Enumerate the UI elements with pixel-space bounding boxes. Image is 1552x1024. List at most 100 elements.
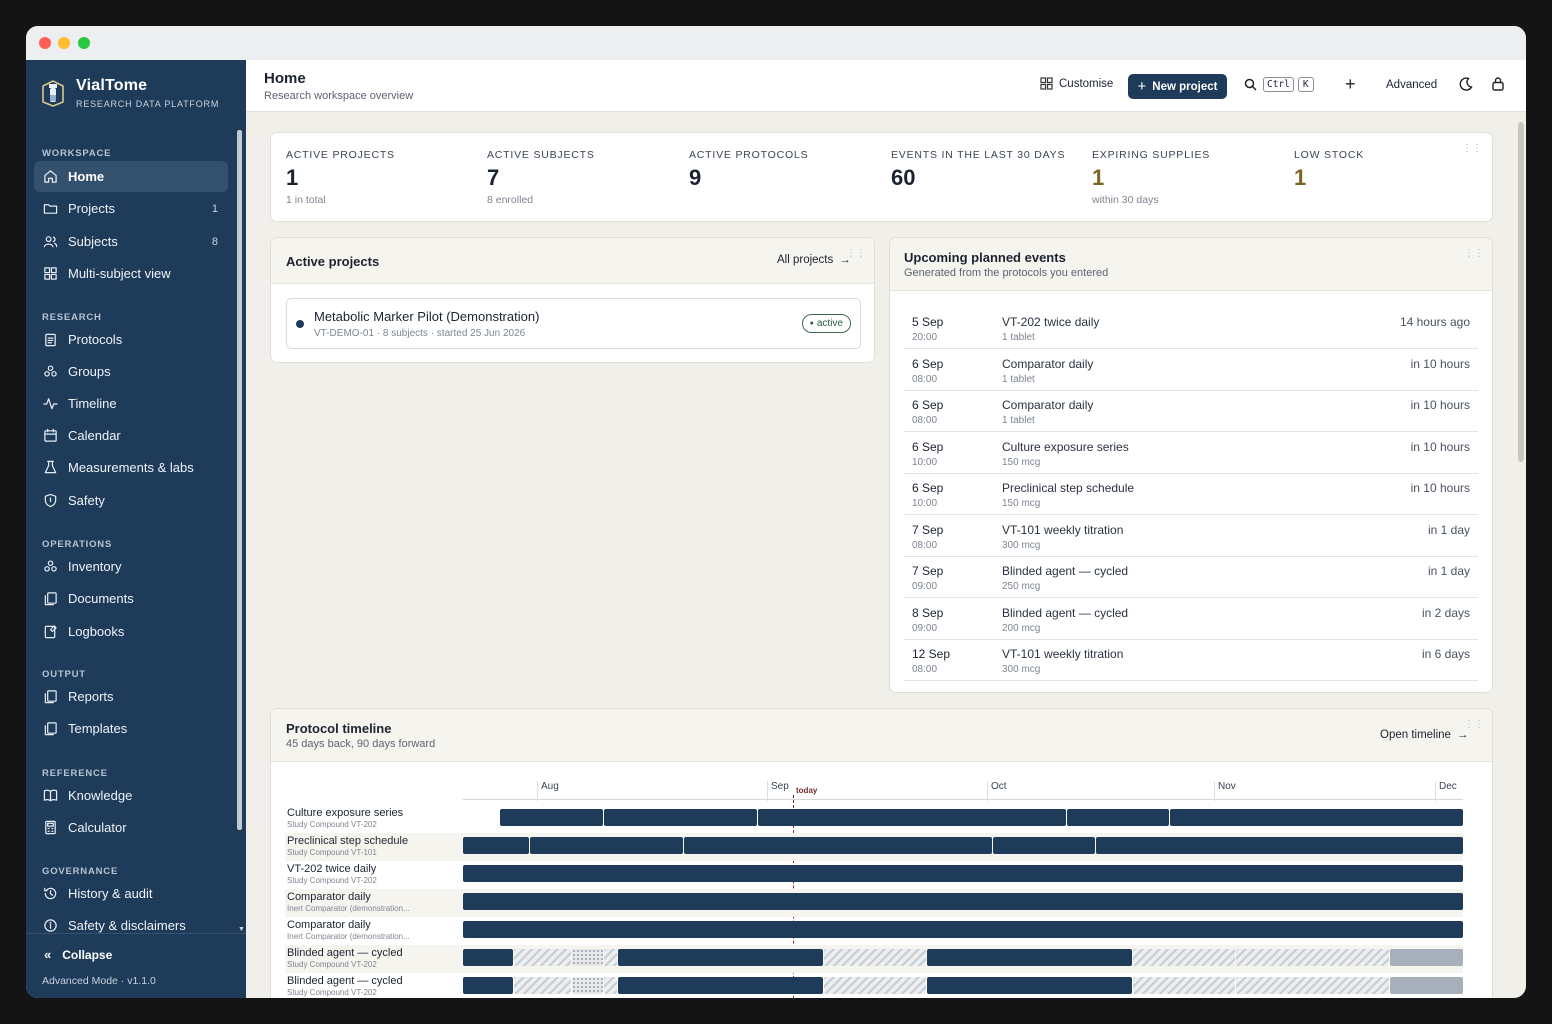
close-window-button[interactable]	[39, 37, 51, 49]
timeline-segment[interactable]	[604, 977, 617, 994]
timeline-segment[interactable]	[993, 837, 1095, 854]
event-row[interactable]: 8 Sep 09:00 Blinded agent — cycled 200 mcg i…	[904, 599, 1478, 640]
timeline-segment[interactable]	[463, 837, 529, 854]
timeline-row[interactable]: Comparator daily Inert Comparator (demons…	[285, 889, 1463, 917]
lock-button[interactable]	[1491, 76, 1505, 91]
timeline-segment[interactable]	[463, 977, 513, 994]
event-row[interactable]: 6 Sep 10:00 Preclinical step schedule 150 m…	[904, 474, 1478, 515]
brand[interactable]: VialTome RESEARCH DATA PLATFORM	[38, 74, 238, 114]
new-project-button[interactable]: + New project	[1128, 74, 1227, 99]
stat-active-subjects[interactable]: ACTIVE SUBJECTS 7 8 enrolled	[487, 149, 595, 206]
sidebar-item-history-audit[interactable]: History & audit	[34, 878, 228, 909]
timeline-row[interactable]: Blinded agent — cycled Study Compound VT-…	[285, 945, 1463, 973]
all-projects-link[interactable]: All projects →	[777, 254, 851, 266]
project-item[interactable]: Metabolic Marker Pilot (Demonstration) V…	[286, 298, 861, 349]
sidebar-item-groups[interactable]: Groups	[34, 356, 228, 387]
stat-low-stock[interactable]: LOW STOCK 1	[1294, 149, 1364, 194]
timeline-segment[interactable]	[1096, 837, 1463, 854]
open-timeline-link[interactable]: Open timeline →	[1380, 729, 1468, 741]
timeline-segment[interactable]	[684, 837, 992, 854]
stat-expiring-supplies[interactable]: EXPIRING SUPPLIES 1 within 30 days	[1092, 149, 1210, 206]
timeline-row[interactable]: VT-202 twice daily Study Compound VT-202	[285, 861, 1463, 889]
sidebar-item-projects[interactable]: Projects 1	[34, 193, 228, 224]
sidebar-item-reports[interactable]: Reports	[34, 681, 228, 712]
timeline-segment[interactable]	[1133, 977, 1235, 994]
timeline-segment[interactable]	[514, 977, 571, 994]
customise-button[interactable]: Customise	[1040, 77, 1113, 90]
timeline-segment[interactable]	[758, 809, 1066, 826]
sidebar-scrollbar[interactable]	[237, 130, 242, 830]
timeline-segment[interactable]	[927, 977, 1132, 994]
timeline-segment[interactable]	[1390, 977, 1463, 994]
sidebar-item-knowledge[interactable]: Knowledge	[34, 780, 228, 811]
stat-events-in-the-last-30-days[interactable]: EVENTS IN THE LAST 30 DAYS 60	[891, 149, 1065, 194]
timeline-segment[interactable]	[1236, 949, 1389, 966]
sidebar-item-home[interactable]: Home	[34, 161, 228, 192]
timeline-segment[interactable]	[1067, 809, 1169, 826]
timeline-segment[interactable]	[618, 977, 823, 994]
event-row[interactable]: 6 Sep 10:00 Culture exposure series 150 mcg…	[904, 433, 1478, 474]
timeline-segment[interactable]	[463, 921, 1463, 938]
timeline-row-compound: Inert Comparator (demonstration...	[287, 932, 410, 941]
sidebar-item-safety-disclaimers[interactable]: Safety & disclaimers	[34, 910, 228, 941]
timeline-segment[interactable]	[1236, 977, 1389, 994]
event-row[interactable]: 5 Sep 20:00 VT-202 twice daily 1 tablet 14 h…	[904, 308, 1478, 349]
main-scrollbar[interactable]	[1518, 122, 1524, 462]
timeline-segment[interactable]	[572, 949, 603, 966]
sidebar-item-inventory[interactable]: Inventory	[34, 551, 228, 582]
maximize-window-button[interactable]	[78, 37, 90, 49]
event-time: 10:00	[912, 498, 938, 509]
add-icon[interactable]: +	[1345, 74, 1356, 95]
drag-handle-icon[interactable]: ⋮⋮	[846, 248, 866, 259]
timeline-segment[interactable]	[514, 949, 571, 966]
timeline-row[interactable]: Culture exposure series Study Compound VT…	[285, 805, 1463, 833]
event-row[interactable]: 7 Sep 09:00 Blinded agent — cycled 250 mcg i…	[904, 557, 1478, 598]
event-dose: 200 mcg	[1002, 622, 1041, 634]
event-row[interactable]: 12 Sep 08:00 VT-101 weekly titration 300 mc…	[904, 640, 1478, 681]
dark-mode-toggle[interactable]	[1459, 77, 1473, 91]
drag-handle-icon[interactable]: ⋮⋮	[1464, 719, 1484, 730]
sidebar-item-multi-subject-view[interactable]: Multi-subject view	[34, 258, 228, 289]
sidebar-item-calendar[interactable]: Calendar	[34, 420, 228, 451]
drag-handle-icon[interactable]: ⋮⋮	[1462, 143, 1482, 154]
scroll-down-icon[interactable]: ▼	[238, 926, 245, 933]
event-row[interactable]: 7 Sep 08:00 VT-101 weekly titration 300 mcg…	[904, 516, 1478, 557]
sidebar-item-measurements-labs[interactable]: Measurements & labs	[34, 452, 228, 483]
sidebar-item-subjects[interactable]: Subjects 8	[34, 226, 228, 257]
minimize-window-button[interactable]	[58, 37, 70, 49]
event-time: 09:00	[912, 581, 938, 592]
sidebar-item-logbooks[interactable]: Logbooks	[34, 616, 228, 647]
timeline-segment[interactable]	[500, 809, 603, 826]
timeline-segment[interactable]	[1390, 949, 1463, 966]
drag-handle-icon[interactable]: ⋮⋮	[1464, 248, 1484, 259]
timeline-segment[interactable]	[1133, 949, 1235, 966]
sidebar-item-calculator[interactable]: Calculator	[34, 812, 228, 843]
event-row[interactable]: 6 Sep 08:00 Comparator daily 1 tablet in 10 …	[904, 350, 1478, 391]
timeline-row[interactable]: Comparator daily Inert Comparator (demons…	[285, 917, 1463, 945]
timeline-segment[interactable]	[463, 893, 1463, 910]
timeline-segment[interactable]	[463, 865, 1463, 882]
collapse-button[interactable]: « Collapse	[44, 947, 112, 962]
timeline-segment[interactable]	[604, 949, 617, 966]
sidebar-item-protocols[interactable]: Protocols	[34, 324, 228, 355]
timeline-row[interactable]: Preclinical step schedule Study Compound …	[285, 833, 1463, 861]
event-row[interactable]: 6 Sep 08:00 Comparator daily 1 tablet in 10 …	[904, 391, 1478, 432]
timeline-segment[interactable]	[824, 977, 926, 994]
timeline-segment[interactable]	[530, 837, 683, 854]
timeline-segment[interactable]	[618, 949, 823, 966]
timeline-row[interactable]: Blinded agent — cycled Study Compound VT-…	[285, 973, 1463, 998]
timeline-segment[interactable]	[824, 949, 926, 966]
timeline-segment[interactable]	[463, 949, 513, 966]
sidebar-item-safety[interactable]: Safety	[34, 485, 228, 516]
timeline-segment[interactable]	[927, 949, 1132, 966]
timeline-segment[interactable]	[604, 809, 757, 826]
advanced-button[interactable]: Advanced	[1386, 79, 1437, 91]
search-button[interactable]: Ctrl K	[1244, 77, 1314, 92]
timeline-segment[interactable]	[572, 977, 603, 994]
sidebar-item-documents[interactable]: Documents	[34, 583, 228, 614]
stat-active-projects[interactable]: ACTIVE PROJECTS 1 1 in total	[286, 149, 395, 206]
sidebar-item-templates[interactable]: Templates	[34, 713, 228, 744]
timeline-segment[interactable]	[1170, 809, 1463, 826]
stat-active-protocols[interactable]: ACTIVE PROTOCOLS 9	[689, 149, 808, 194]
sidebar-item-timeline[interactable]: Timeline	[34, 388, 228, 419]
